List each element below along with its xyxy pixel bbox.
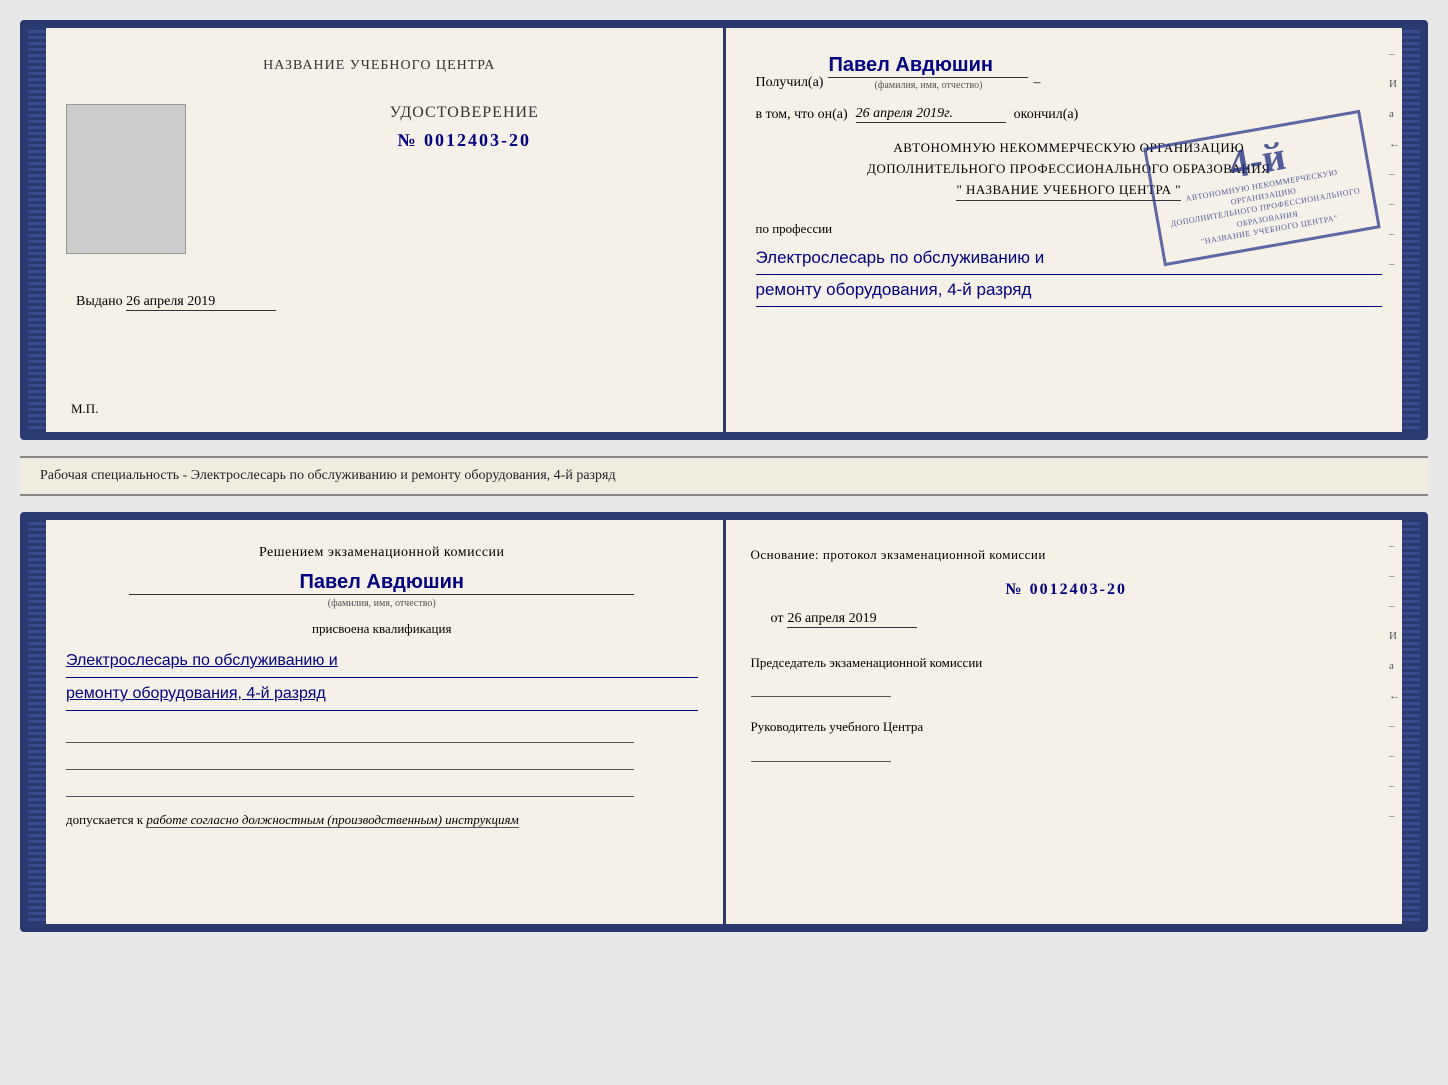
date-prefix: от	[771, 611, 784, 627]
signature-section: Председатель экзаменационной комиссии Ру…	[751, 653, 1383, 762]
protocol-number: № 0012403-20	[751, 581, 1383, 599]
fio-sublabel-bottom: (фамилия, имя, отчество)	[66, 598, 698, 609]
issued-line: Выдано 26 апреля 2019	[66, 294, 693, 311]
qualification-label: присвоена квалификация	[66, 621, 698, 637]
blank-line-2	[66, 748, 634, 770]
date-line: от 26 апреля 2019	[751, 611, 1383, 628]
top-right-page: Получил(а) Павел Авдюшин (фамилия, имя, …	[726, 28, 1403, 432]
date-value: 26 апреля 2019	[787, 611, 917, 628]
mp-label: М.П.	[71, 401, 98, 417]
blank-line-3	[66, 775, 634, 797]
top-document: НАЗВАНИЕ УЧЕБНОГО ЦЕНТРА УДОСТОВЕРЕНИЕ №…	[20, 20, 1428, 440]
spine-bottom-left	[28, 520, 46, 924]
spine-right	[1402, 28, 1420, 432]
director-sig-line	[751, 742, 891, 762]
recipient-name: Павел Авдюшин	[828, 53, 1028, 78]
profession-text2: ремонту оборудования, 4-й разряд	[756, 275, 1383, 307]
middle-text: Рабочая специальность - Электрослесарь п…	[40, 468, 616, 483]
chairman-sig-line	[751, 677, 891, 697]
допускается-label: допускается к	[66, 812, 143, 827]
recipient-line: Получил(а) Павел Авдюшин (фамилия, имя, …	[756, 53, 1383, 91]
person-name: Павел Авдюшин	[129, 571, 634, 595]
fio-sublabel: (фамилия, имя, отчество)	[828, 80, 1028, 91]
допускается-line: допускается к работе согласно должностны…	[66, 812, 698, 828]
cert-number: № 0012403-20	[236, 130, 693, 151]
cert-label: УДОСТОВЕРЕНИЕ	[236, 104, 693, 122]
cert-info-block: УДОСТОВЕРЕНИЕ № 0012403-20	[236, 104, 693, 151]
bottom-left-page: Решением экзаменационной комиссии Павел …	[46, 520, 726, 924]
fact-line: в том, что он(а) 26 апреля 2019г. окончи…	[756, 106, 1383, 123]
person-name-wrapper: Павел Авдюшин (фамилия, имя, отчество)	[66, 571, 698, 609]
допускается-text: работе согласно должностным (производств…	[146, 812, 518, 828]
qualification-text2: ремонту оборудования, 4-й разряд	[66, 678, 698, 711]
chairman-label: Председатель экзаменационной комиссии	[751, 653, 1383, 673]
director-label: Руководитель учебного Центра	[751, 717, 1383, 737]
page-wrapper: НАЗВАНИЕ УЧЕБНОГО ЦЕНТРА УДОСТОВЕРЕНИЕ №…	[20, 20, 1428, 932]
basis-title: Основание: протокол экзаменационной коми…	[751, 545, 1383, 566]
top-left-page: НАЗВАНИЕ УЧЕБНОГО ЦЕНТРА УДОСТОВЕРЕНИЕ №…	[46, 28, 726, 432]
issued-label: Выдано	[76, 294, 123, 309]
photo-placeholder	[66, 104, 186, 254]
qualification-text: Электрослесарь по обслуживанию и	[66, 645, 698, 678]
bottom-right-page: Основание: протокол экзаменационной коми…	[726, 520, 1403, 924]
commission-title: Решением экзаменационной комиссии	[66, 545, 698, 561]
blank-line-1	[66, 721, 634, 743]
bottom-document: Решением экзаменационной комиссии Павел …	[20, 512, 1428, 932]
protocol-number-wrapper: № 0012403-20	[751, 581, 1383, 599]
recipient-label: Получил(а)	[756, 75, 824, 91]
middle-text-block: Рабочая специальность - Электрослесарь п…	[20, 456, 1428, 496]
left-page-title: НАЗВАНИЕ УЧЕБНОГО ЦЕНТРА	[263, 58, 495, 74]
spine-left	[28, 28, 46, 432]
profession-text: Электрослесарь по обслуживанию и	[756, 243, 1383, 275]
side-marks-right: –Иа←––––	[1389, 48, 1400, 270]
spine-bottom-right	[1402, 520, 1420, 924]
blank-lines	[66, 721, 698, 797]
left-middle-section: УДОСТОВЕРЕНИЕ № 0012403-20	[66, 104, 693, 254]
qualification-block: Электрослесарь по обслуживанию и ремонту…	[66, 645, 698, 711]
side-marks-bottom-right: –––Иа←––––	[1389, 540, 1400, 822]
org-name: " НАЗВАНИЕ УЧЕБНОГО ЦЕНТРА "	[956, 180, 1181, 202]
fact-prefix: в том, что он(а)	[756, 107, 848, 123]
fact-suffix: окончил(а)	[1014, 107, 1079, 123]
issued-date: 26 апреля 2019	[126, 294, 276, 311]
fact-date: 26 апреля 2019г.	[856, 106, 1006, 123]
